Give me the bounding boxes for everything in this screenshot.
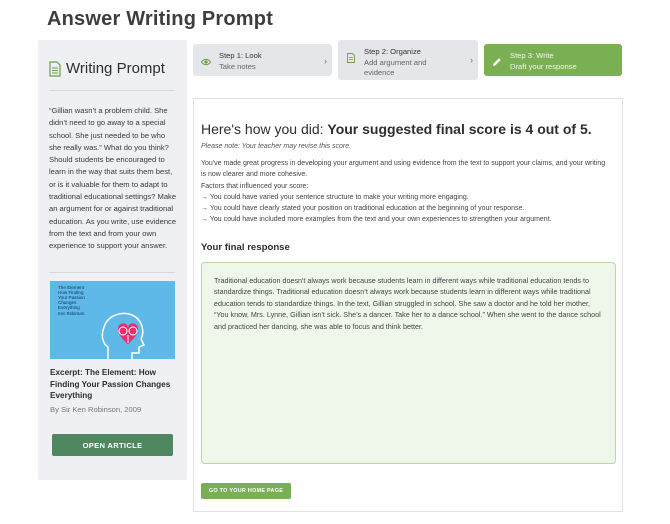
book-cover-author: Ken Robinson [58,311,85,316]
prompt-text: “Gillian wasn’t a problem child. She did… [49,106,177,251]
document-icon [347,53,355,63]
chevron-right-icon: › [470,55,473,65]
factor-item: → You could have clearly stated your pos… [201,205,525,213]
writing-prompt-sidebar: Writing Prompt “Gillian wasn’t a problem… [38,40,187,480]
feedback-text: You've made great progress in developing… [201,158,611,226]
step-sub: Draft your response [510,62,577,71]
eye-icon [201,58,211,66]
chevron-right-icon: › [324,56,327,66]
final-response-box: Traditional education doesn't always wor… [201,262,616,464]
pencil-icon [493,58,501,66]
score-prefix: Here's how you did: [201,121,328,137]
divider [49,272,175,273]
document-icon [49,60,61,77]
book-cover-image[interactable]: The Element How Finding Your Passion Cha… [50,281,175,359]
factors-label: Factors that influenced your score: [201,182,309,190]
head-silhouette-icon [101,312,146,359]
step-sub: Add argument and evidence [364,58,427,77]
step-2-organize[interactable]: Step 2: Organize Add argument and eviden… [338,40,478,80]
step-3-write[interactable]: Step 3: Write Draft your response [484,44,622,76]
score-heading: Here's how you did: Your suggested final… [201,121,592,137]
factor-item: → You could have included more examples … [201,216,552,224]
factor-item: → You could have varied your sentence st… [201,193,469,201]
score-panel: Here's how you did: Your suggested final… [193,98,623,512]
score-value: Your suggested final score is 4 out of 5… [327,121,592,137]
excerpt-title: Excerpt: The Element: How Finding Your P… [50,368,171,400]
step-label: Step 3: Write [510,51,554,60]
step-label: Step 2: Organize [364,47,421,56]
divider [49,90,175,91]
excerpt-byline: By Sir Ken Robinson, 2009 [50,405,142,414]
step-1-look[interactable]: Step 1: Look Take notes › [193,44,332,76]
teacher-note: Please note: Your teacher may revise thi… [201,143,352,150]
feedback-intro: You've made great progress in developing… [201,160,606,179]
final-response-heading: Your final response [201,242,290,253]
home-page-button[interactable]: GO TO YOUR HOME PAGE [201,483,291,499]
step-label: Step 1: Look [219,51,262,60]
sidebar-header: Writing Prompt [49,60,179,77]
page-title: Answer Writing Prompt [47,8,274,30]
sidebar-title: Writing Prompt [66,60,165,77]
step-sub: Take notes [219,62,256,71]
open-article-button[interactable]: OPEN ARTICLE [52,434,173,456]
